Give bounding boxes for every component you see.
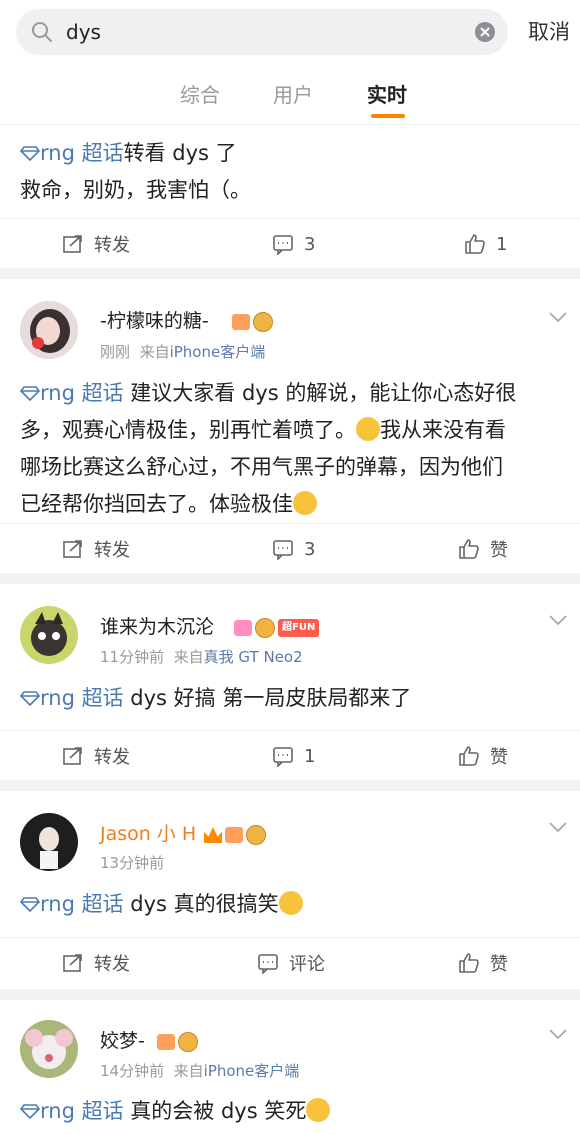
like-button[interactable]: 赞	[458, 535, 508, 563]
post-meta: 11分钟前 来自真我 GT Neo2	[100, 648, 303, 666]
post-meta: 14分钟前 来自iPhone客户端	[100, 1062, 300, 1080]
repost-button[interactable]: 转发	[62, 230, 130, 258]
drooling-emoji-icon	[293, 491, 317, 515]
chevron-down-icon[interactable]	[548, 1028, 568, 1040]
repost-icon	[63, 954, 82, 972]
separator	[0, 573, 580, 584]
action-bar: 转发 评论 赞	[0, 937, 580, 988]
member-badge-icon	[234, 620, 252, 636]
repost-button[interactable]: 转发	[62, 535, 130, 563]
laughing-emoji-icon	[306, 1098, 331, 1122]
search-icon	[32, 22, 52, 42]
post-card[interactable]: 姣梦- 14分钟前 来自iPhone客户端 rng 超话 真的会被 dys 笑死	[0, 1000, 580, 1134]
username[interactable]: 姣梦-	[100, 1029, 145, 1053]
post-text: rng 超话 dys 真的很搞笑	[20, 886, 566, 923]
lion-badge-icon	[178, 1032, 198, 1052]
diamond-icon	[20, 386, 40, 401]
username[interactable]: 谁来为木沉沦	[100, 615, 214, 639]
active-tab-indicator	[371, 114, 405, 118]
diamond-icon	[20, 1104, 40, 1119]
crying-laughing-emoji-icon	[356, 417, 380, 441]
tab-users[interactable]: 用户	[273, 82, 313, 108]
comment-icon	[273, 747, 293, 767]
chevron-down-icon[interactable]	[548, 821, 568, 833]
search-input[interactable]: dys	[16, 9, 508, 55]
diamond-icon	[20, 691, 40, 706]
topic-link[interactable]: rng 超话	[20, 686, 124, 710]
post-text: rng 超话转看 dys 了 救命，别奶，我害怕（。	[20, 141, 251, 202]
chevron-down-icon[interactable]	[548, 311, 568, 323]
thumbs-up-icon	[459, 539, 479, 559]
superfun-badge: 超FUN	[278, 619, 320, 637]
post-card[interactable]: rng 超话转看 dys 了 救命，别奶，我害怕（。 转发 3 1	[0, 125, 580, 268]
comment-button[interactable]: 1	[272, 742, 315, 770]
member-badge-icon	[232, 314, 250, 330]
avatar[interactable]	[20, 813, 78, 871]
comment-icon	[258, 954, 278, 974]
user-badges: 超FUN	[234, 617, 320, 639]
post-text: rng 超话 建议大家看 dys 的解说，能让你心态好很 多，观赛心情极佳，别再…	[20, 381, 517, 516]
user-badges	[204, 824, 266, 846]
post-meta: 刚刚 来自iPhone客户端	[100, 343, 266, 361]
like-button[interactable]: 1	[464, 230, 507, 258]
thumbs-up-icon	[459, 746, 479, 766]
comment-button[interactable]: 评论	[257, 949, 325, 977]
separator	[0, 268, 580, 279]
comment-button[interactable]: 3	[272, 535, 315, 563]
lion-badge-icon	[246, 825, 266, 845]
tab-bar: 综合 用户 实时	[0, 64, 580, 125]
tab-comprehensive[interactable]: 综合	[180, 82, 220, 108]
search-query: dys	[66, 20, 101, 44]
diamond-icon	[20, 146, 40, 161]
diamond-icon	[20, 897, 40, 912]
repost-icon	[63, 747, 82, 765]
username[interactable]: -柠檬味的糖-	[100, 309, 209, 333]
post-text: rng 超话 真的会被 dys 笑死	[20, 1093, 566, 1130]
comment-icon	[273, 235, 293, 255]
comment-icon	[273, 540, 293, 560]
post-card[interactable]: -柠檬味的糖- 刚刚 来自iPhone客户端 rng 超话 建议大家看 dys …	[0, 279, 580, 573]
separator	[0, 989, 580, 1000]
username[interactable]: Jason 小 H	[100, 822, 196, 846]
topic-link[interactable]: rng 超话	[20, 381, 124, 405]
separator	[0, 780, 580, 791]
repost-icon	[63, 540, 82, 558]
lion-badge-icon	[253, 312, 273, 332]
chevron-down-icon[interactable]	[548, 614, 568, 626]
tab-realtime[interactable]: 实时	[367, 82, 407, 108]
laughing-emoji-icon	[278, 891, 303, 915]
topic-link[interactable]: rng 超话	[20, 1099, 124, 1123]
repost-button[interactable]: 转发	[62, 949, 130, 977]
comment-button[interactable]: 3	[272, 230, 315, 258]
member-badge-icon	[225, 827, 243, 843]
action-bar: 转发 3 1	[0, 218, 580, 269]
user-badges	[157, 1031, 198, 1053]
lion-badge-icon	[255, 618, 275, 638]
clear-icon[interactable]	[474, 21, 496, 43]
avatar[interactable]	[20, 1020, 78, 1078]
user-badges	[232, 311, 273, 333]
avatar[interactable]	[20, 606, 78, 664]
post-meta: 13分钟前	[100, 854, 165, 872]
action-bar: 转发 1 赞	[0, 730, 580, 781]
repost-button[interactable]: 转发	[62, 742, 130, 770]
cancel-button[interactable]: 取消	[528, 18, 570, 46]
post-text: rng 超话 dys 好搞 第一局皮肤局都来了	[20, 680, 566, 717]
post-card[interactable]: 谁来为木沉沦 超FUN 11分钟前 来自真我 GT Neo2 rng 超话 dy…	[0, 584, 580, 780]
topic-link[interactable]: rng 超话	[20, 141, 124, 165]
thumbs-up-icon	[465, 234, 485, 254]
like-button[interactable]: 赞	[458, 742, 508, 770]
like-button[interactable]: 赞	[458, 949, 508, 977]
avatar[interactable]	[20, 301, 78, 359]
repost-icon	[63, 235, 82, 253]
search-header: dys 取消	[0, 0, 580, 64]
thumbs-up-icon	[459, 953, 479, 973]
member-badge-icon	[157, 1034, 175, 1050]
topic-link[interactable]: rng 超话	[20, 892, 124, 916]
vip-crown-icon	[204, 827, 222, 843]
post-card[interactable]: Jason 小 H 13分钟前 rng 超话 dys 真的很搞笑 转发 评论 赞	[0, 791, 580, 989]
action-bar: 转发 3 赞	[0, 523, 580, 574]
